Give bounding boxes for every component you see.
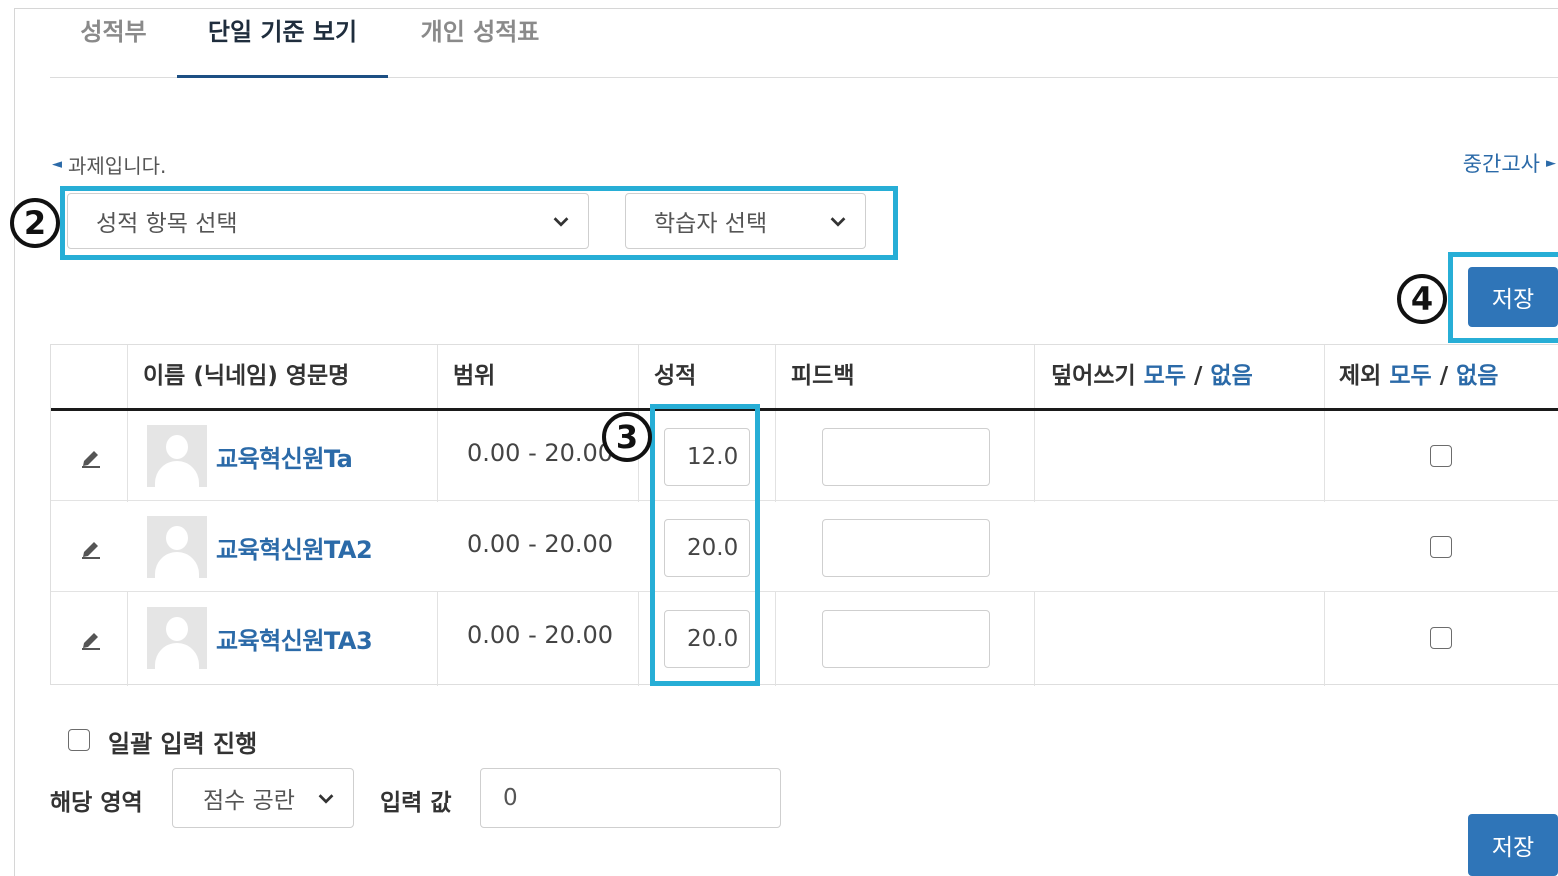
bulk-area-select[interactable]: 점수 공란 xyxy=(172,768,354,828)
feedback-input[interactable] xyxy=(822,428,990,486)
tab-gradebook[interactable]: 성적부 xyxy=(50,10,177,78)
highlight-box-selects xyxy=(60,186,898,260)
tab-user-report[interactable]: 개인 성적표 xyxy=(400,10,560,78)
avatar xyxy=(147,425,207,487)
table-header: 이름 (닉네임) 영문명 범위 성적 피드백 덮어쓰기 모두 / 없음 제외 모… xyxy=(51,345,1558,411)
col-header-override: 덮어쓰기 모두 / 없음 xyxy=(1051,345,1253,408)
table-row: 교육혁신원TA3 0.00 - 20.00 20.0 xyxy=(51,593,1558,683)
bulk-area-select-value: 점수 공란 xyxy=(203,788,295,814)
grade-range: 0.00 - 20.00 xyxy=(467,530,614,558)
grades-table: 이름 (닉네임) 영문명 범위 성적 피드백 덮어쓰기 모두 / 없음 제외 모… xyxy=(50,344,1558,686)
override-label: 덮어쓰기 xyxy=(1051,363,1136,389)
save-button-bottom[interactable]: 저장 xyxy=(1468,814,1558,876)
chevron-down-icon xyxy=(318,794,334,804)
exclude-checkbox[interactable] xyxy=(1430,627,1452,649)
exclude-checkbox[interactable] xyxy=(1430,536,1452,558)
col-header-grade: 성적 xyxy=(654,363,697,389)
pencil-icon[interactable] xyxy=(79,628,103,652)
student-name-link[interactable]: 교육혁신원Ta xyxy=(216,439,353,474)
col-header-exclude: 제외 모두 / 없음 xyxy=(1339,345,1498,408)
student-name-link[interactable]: 교육혁신원TA3 xyxy=(216,621,373,656)
exclude-slash: / xyxy=(1439,363,1449,389)
col-header-feedback: 피드백 xyxy=(791,363,855,389)
next-item-link[interactable]: 중간고사 ► xyxy=(1463,148,1556,178)
bulk-value-input[interactable]: 0 xyxy=(480,768,781,828)
bulk-insert-label: 일괄 입력 진행 xyxy=(108,730,258,758)
bulk-area-label: 해당 영역 xyxy=(50,790,143,816)
arrow-left-icon: ◄ xyxy=(52,157,62,172)
feedback-input[interactable] xyxy=(822,610,990,668)
exclude-none-link[interactable]: 없음 xyxy=(1456,363,1498,389)
feedback-input[interactable] xyxy=(822,519,990,577)
table-row: 교육혁신원Ta 0.00 - 20.00 12.0 xyxy=(51,411,1558,501)
step-marker-4: 4 xyxy=(1397,274,1447,324)
pencil-icon[interactable] xyxy=(79,446,103,470)
col-header-name: 이름 (닉네임) 영문명 xyxy=(143,363,350,389)
grade-range: 0.00 - 20.00 xyxy=(467,621,614,649)
override-none-link[interactable]: 없음 xyxy=(1210,363,1252,389)
student-name-link[interactable]: 교육혁신원TA2 xyxy=(216,530,373,565)
step-marker-3: 3 xyxy=(602,412,652,462)
next-item-label: 중간고사 xyxy=(1462,152,1540,176)
highlight-box-save xyxy=(1448,252,1558,343)
avatar xyxy=(147,516,207,578)
exclude-all-link[interactable]: 모두 xyxy=(1389,363,1431,389)
arrow-right-icon: ► xyxy=(1546,155,1556,171)
exclude-label: 제외 xyxy=(1339,363,1382,389)
highlight-box-grades xyxy=(650,404,760,686)
step-marker-2: 2 xyxy=(10,198,60,248)
bulk-value-label: 입력 값 xyxy=(380,790,452,816)
tab-single-view[interactable]: 단일 기준 보기 xyxy=(177,10,388,78)
col-header-range: 범위 xyxy=(453,363,496,389)
pencil-icon[interactable] xyxy=(79,537,103,561)
bulk-insert-checkbox[interactable] xyxy=(68,729,90,751)
table-row: 교육혁신원TA2 0.00 - 20.00 20.0 xyxy=(51,502,1558,592)
tab-bar: 성적부 단일 기준 보기 개인 성적표 xyxy=(50,10,1558,78)
avatar xyxy=(147,607,207,669)
exclude-checkbox[interactable] xyxy=(1430,445,1452,467)
override-slash: / xyxy=(1194,363,1203,389)
grade-range: 0.00 - 20.00 xyxy=(467,439,614,467)
prev-item-link[interactable]: ◄ 과제입니다. xyxy=(52,150,166,179)
override-all-link[interactable]: 모두 xyxy=(1144,363,1186,389)
prev-item-label: 과제입니다. xyxy=(68,154,167,178)
